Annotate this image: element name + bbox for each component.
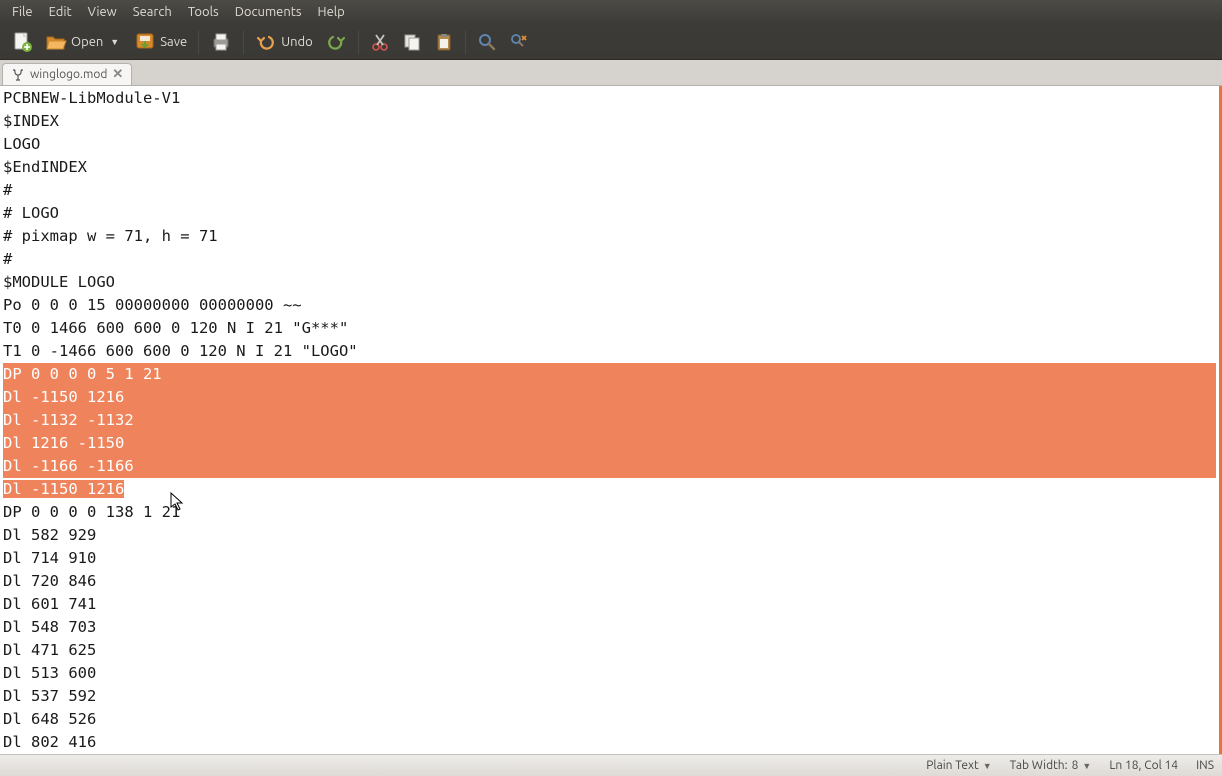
dropdown-icon: ▼ bbox=[1082, 761, 1091, 771]
menu-file[interactable]: File bbox=[4, 3, 41, 21]
toolbar: Open ▼ Save Undo bbox=[0, 24, 1222, 60]
editor-selected-line: Dl -1132 -1132 bbox=[3, 409, 1216, 432]
undo-button[interactable]: Undo bbox=[250, 28, 318, 56]
editor-text-after: DP 0 0 0 0 138 1 21 Dl 582 929 Dl 714 91… bbox=[3, 503, 180, 751]
menu-search[interactable]: Search bbox=[125, 3, 180, 21]
statusbar: Plain Text ▼ Tab Width: 8 ▼ Ln 18, Col 1… bbox=[0, 754, 1222, 776]
toolbar-separator bbox=[243, 30, 244, 54]
editor-selected-line: Dl -1150 1216 bbox=[3, 480, 124, 498]
save-button[interactable]: Save bbox=[129, 28, 192, 56]
text-editor[interactable]: PCBNEW-LibModule-V1 $INDEX LOGO $EndINDE… bbox=[0, 86, 1222, 754]
save-label: Save bbox=[160, 35, 187, 49]
find-replace-icon bbox=[509, 32, 529, 52]
editor-selected-line: Dl -1166 -1166 bbox=[3, 455, 1216, 478]
syntax-mode-label: Plain Text bbox=[926, 759, 979, 772]
paste-icon bbox=[434, 32, 454, 52]
file-type-icon bbox=[11, 68, 25, 82]
tab-width-selector[interactable]: Tab Width: 8 ▼ bbox=[1010, 759, 1092, 772]
syntax-mode-selector[interactable]: Plain Text ▼ bbox=[926, 759, 991, 772]
tab-close-icon[interactable]: ✕ bbox=[112, 67, 123, 82]
insert-mode[interactable]: INS bbox=[1196, 759, 1214, 772]
editor-text-before: PCBNEW-LibModule-V1 $INDEX LOGO $EndINDE… bbox=[3, 89, 358, 360]
open-dropdown-icon[interactable]: ▼ bbox=[107, 37, 122, 47]
tab-width-label: Tab Width: bbox=[1010, 759, 1068, 772]
cursor-position: Ln 18, Col 14 bbox=[1109, 759, 1178, 772]
open-label: Open bbox=[71, 35, 103, 49]
redo-button[interactable] bbox=[320, 28, 352, 56]
editor-selected-line: Dl -1150 1216 bbox=[3, 386, 1216, 409]
copy-button[interactable] bbox=[397, 29, 427, 55]
find-button[interactable] bbox=[472, 29, 502, 55]
find-replace-button[interactable] bbox=[504, 29, 534, 55]
print-button[interactable] bbox=[205, 28, 237, 56]
paste-button[interactable] bbox=[429, 29, 459, 55]
cut-icon bbox=[370, 32, 390, 52]
print-icon bbox=[210, 31, 232, 53]
toolbar-separator bbox=[198, 30, 199, 54]
new-file-button[interactable] bbox=[6, 28, 38, 56]
open-button[interactable]: Open ▼ bbox=[40, 28, 127, 56]
copy-icon bbox=[402, 32, 422, 52]
menu-documents[interactable]: Documents bbox=[227, 3, 310, 21]
editor-selected-line: DP 0 0 0 0 5 1 21 bbox=[3, 363, 1216, 386]
undo-icon bbox=[255, 31, 277, 53]
menu-view[interactable]: View bbox=[80, 3, 125, 21]
menu-tools[interactable]: Tools bbox=[180, 3, 227, 21]
tab-bar: winglogo.mod ✕ bbox=[0, 60, 1222, 86]
tab-filename: winglogo.mod bbox=[30, 68, 107, 81]
tab-width-value: 8 bbox=[1072, 759, 1079, 772]
new-file-icon bbox=[11, 31, 33, 53]
redo-icon bbox=[325, 31, 347, 53]
undo-label: Undo bbox=[281, 35, 313, 49]
menubar: File Edit View Search Tools Documents He… bbox=[0, 0, 1222, 24]
cut-button[interactable] bbox=[365, 29, 395, 55]
search-icon bbox=[477, 32, 497, 52]
editor-selected-line: Dl 1216 -1150 bbox=[3, 432, 1216, 455]
menu-help[interactable]: Help bbox=[310, 3, 353, 21]
dropdown-icon: ▼ bbox=[983, 761, 992, 771]
toolbar-separator bbox=[465, 30, 466, 54]
menu-edit[interactable]: Edit bbox=[41, 3, 80, 21]
file-tab[interactable]: winglogo.mod ✕ bbox=[2, 63, 132, 85]
toolbar-separator bbox=[358, 30, 359, 54]
folder-open-icon bbox=[45, 31, 67, 53]
save-icon bbox=[134, 31, 156, 53]
